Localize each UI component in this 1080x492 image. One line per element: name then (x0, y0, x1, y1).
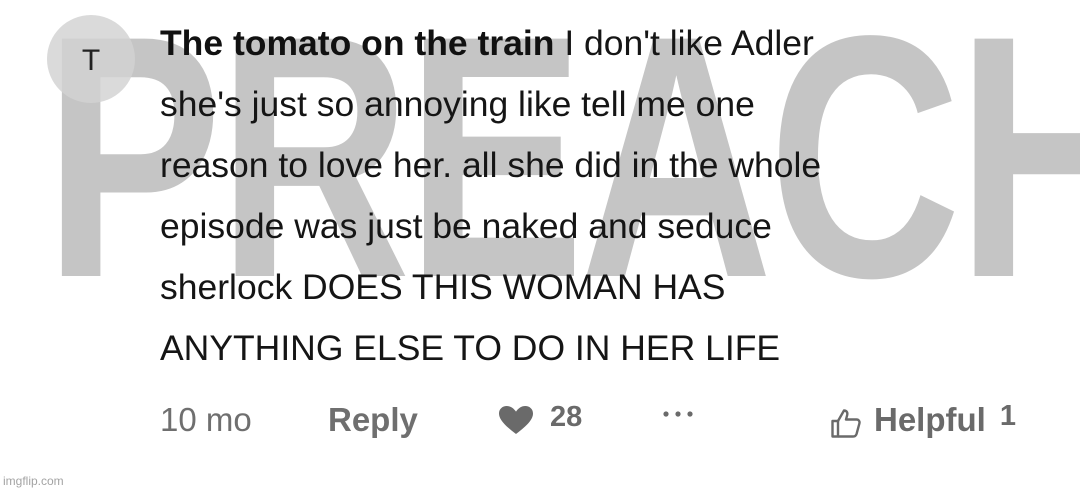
meme-canvas: PREACH. T The tomato on the train I don'… (0, 0, 1080, 492)
comment-text-line: reason to love her. all she did in the w… (160, 145, 822, 185)
helpful-count: 1 (999, 399, 1016, 432)
comment-text-line: episode was just be naked and seduce (160, 206, 772, 246)
like-button[interactable]: 28 (498, 392, 582, 448)
imgflip-credit: imgflip.com (3, 474, 64, 488)
comment-actions-bar: 10 mo Reply 28 Helpful 1 (0, 392, 1080, 448)
comment-author[interactable]: The tomato on the train (160, 23, 554, 63)
comment-text-line: ANYTHING ELSE TO DO IN HER LIFE (160, 328, 781, 368)
helpful-button[interactable]: Helpful 1 (830, 392, 1016, 448)
heart-icon (499, 406, 533, 434)
comment-text-line: sherlock DOES THIS WOMAN HAS (160, 267, 726, 307)
more-dots-icon (663, 411, 693, 417)
more-options-button[interactable] (662, 392, 694, 448)
comment-line-1: The tomato on the train I don't like Adl… (160, 13, 1060, 74)
helpful-label: Helpful (874, 401, 986, 438)
comment-body: The tomato on the train I don't like Adl… (160, 13, 1060, 379)
comment-text-line: she's just so annoying like tell me one (160, 84, 755, 124)
avatar-initial: T (81, 44, 101, 77)
comment-timestamp: 10 mo (160, 401, 252, 438)
avatar[interactable]: T (47, 15, 135, 103)
like-count: 28 (550, 400, 583, 433)
thumbs-up-icon (831, 409, 861, 438)
comment-text-line: I don't like Adler (564, 23, 814, 63)
reply-button[interactable]: Reply (328, 392, 418, 448)
